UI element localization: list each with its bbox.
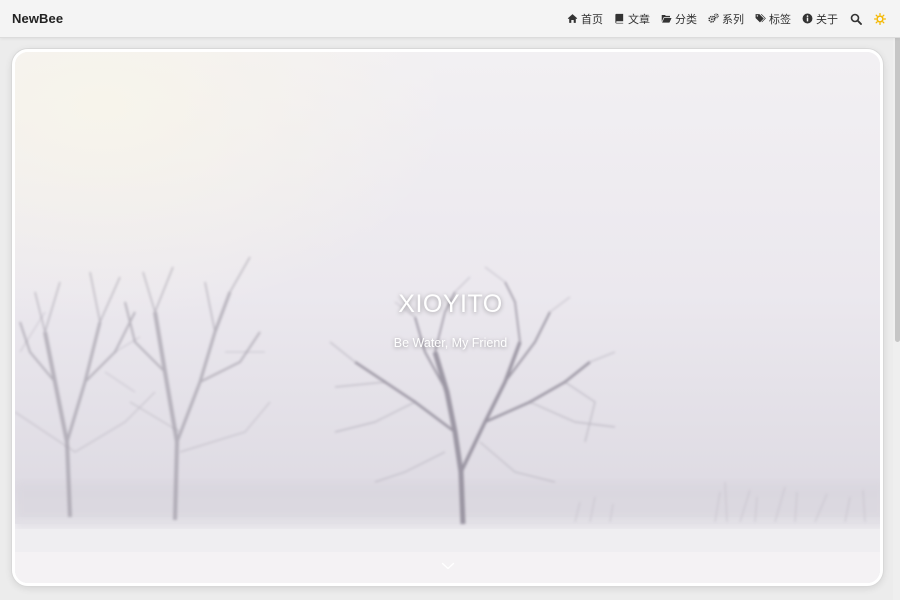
theme-toggle-button[interactable] bbox=[874, 12, 886, 25]
search-icon bbox=[850, 13, 862, 25]
top-navbar: NewBee 首页 文章 分类 系列 标签 关于 bbox=[0, 0, 900, 38]
folder-open-icon bbox=[661, 13, 672, 24]
gears-icon bbox=[708, 13, 719, 24]
nav-item-label: 标签 bbox=[769, 13, 791, 26]
info-circle-icon bbox=[802, 13, 813, 24]
nav-item-categories[interactable]: 分类 bbox=[661, 11, 697, 27]
sun-icon bbox=[874, 12, 886, 25]
home-icon bbox=[567, 13, 578, 24]
main-nav: 首页 文章 分类 系列 标签 关于 bbox=[556, 11, 886, 27]
hero-banner: XIOYITO Be Water, My Friend bbox=[12, 49, 883, 586]
book-icon bbox=[614, 13, 625, 24]
site-brand[interactable]: NewBee bbox=[12, 11, 63, 26]
nav-item-about[interactable]: 关于 bbox=[802, 11, 838, 27]
tags-icon bbox=[755, 13, 766, 24]
scroll-down-button[interactable] bbox=[441, 561, 455, 571]
misty-winter-background-image bbox=[15, 52, 880, 583]
search-button[interactable] bbox=[850, 13, 862, 25]
nav-item-label: 关于 bbox=[816, 13, 838, 26]
nav-item-tags[interactable]: 标签 bbox=[755, 11, 791, 27]
nav-item-label: 首页 bbox=[581, 13, 603, 26]
hero-subtitle: Be Water, My Friend bbox=[393, 336, 508, 350]
page-scrollbar-thumb[interactable] bbox=[895, 2, 900, 342]
chevron-down-icon bbox=[441, 562, 455, 570]
nav-item-label: 分类 bbox=[675, 13, 697, 26]
nav-item-label: 文章 bbox=[628, 13, 650, 26]
nav-item-label: 系列 bbox=[722, 13, 744, 26]
nav-item-home[interactable]: 首页 bbox=[567, 11, 603, 27]
nav-item-articles[interactable]: 文章 bbox=[614, 11, 650, 27]
nav-item-series[interactable]: 系列 bbox=[708, 11, 744, 27]
hero-title: XIOYITO bbox=[398, 290, 503, 318]
